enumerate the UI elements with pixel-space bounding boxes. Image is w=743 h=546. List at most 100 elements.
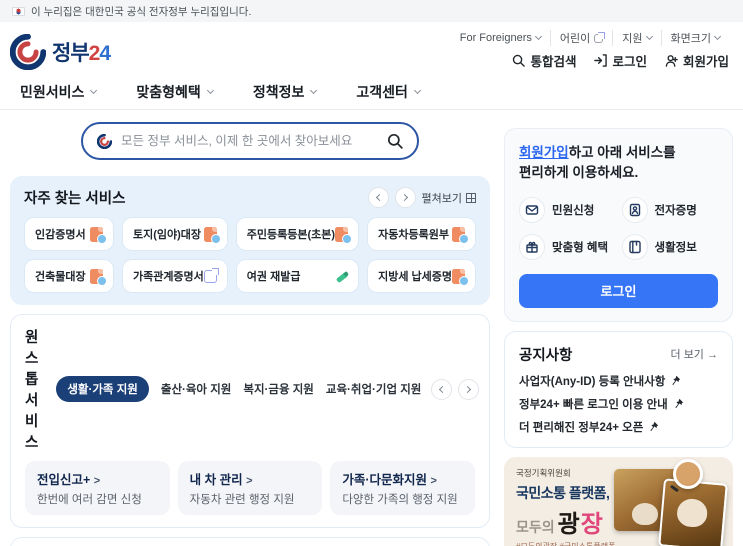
notice-item-fast-login[interactable]: 정부24+ 빠른 로그인 이용 안내: [519, 396, 718, 412]
header: 정부24 For Foreigners 어린이 지원 화면크기 통합검색 로그인…: [0, 22, 743, 75]
chevron-right-icon: [400, 193, 408, 202]
service-e-certificate[interactable]: 전자증명: [621, 196, 719, 223]
official-site-banner: 이 누리집은 대한민국 공식 전자정부 누리집입니다.: [0, 0, 743, 22]
quick-service-ingam[interactable]: 인감증명서: [24, 217, 114, 251]
onestop-title: 원스톱 서비스: [25, 330, 39, 451]
signup-heading: 회원가입하고 아래 서비스를 편리하게 이용하세요.: [519, 145, 676, 181]
next-button[interactable]: [394, 187, 416, 208]
quick-service-building-register[interactable]: 건축물대장: [24, 259, 114, 293]
external-link-icon: [203, 267, 219, 283]
magnifier-circle-icon: [673, 458, 703, 489]
document-print-icon: [452, 226, 469, 244]
onestop-card-my-car[interactable]: 내 차 관리 > 자동차 관련 행정 지원: [177, 461, 323, 515]
notice-title: 공지사항: [519, 347, 573, 364]
document-print-icon: [89, 226, 107, 244]
chevron-down-icon: [713, 32, 722, 41]
chevron-right-icon: [464, 385, 472, 393]
primary-nav: 민원서비스 맞춤형혜택 정책정보 고객센터: [0, 75, 743, 110]
gift-icon: [519, 233, 545, 260]
service-minwon-apply[interactable]: 민원신청: [519, 196, 616, 223]
gov24-logo[interactable]: 정부24: [10, 28, 111, 75]
korea-flag-icon: [12, 6, 25, 16]
gov24-mini-symbol-icon: [97, 133, 112, 149]
gov24-symbol-icon: [10, 33, 46, 70]
main-search-bar[interactable]: [81, 122, 419, 160]
prev-button[interactable]: [367, 187, 389, 208]
onestop-tabs: 생활·가족 지원 출산·육아 지원 복지·금융 지원 교육·취업·기업 지원: [56, 376, 421, 402]
next-button[interactable]: [458, 378, 480, 400]
benefits-panel: 지금 봐야 할 혜택/보조금 더 보기 → 유아학비 국공립/사립유치원 3~5…: [10, 537, 490, 546]
pencil-icon: [334, 269, 348, 283]
notice-panel: 공지사항 더 보기 → 사업자(Any-ID) 등록 안내사항 정부24+ 빠른…: [504, 330, 733, 448]
chevron-down-icon: [206, 86, 214, 95]
id-card-icon: [621, 196, 648, 223]
tab-welfare-finance[interactable]: 복지·금융 지원: [243, 381, 314, 397]
nav-policy-info[interactable]: 정책정보: [253, 82, 318, 102]
quick-service-resident-register[interactable]: 주민등록등본(초본): [235, 217, 360, 251]
login-button[interactable]: 로그인: [519, 273, 718, 308]
document-print-icon: [89, 268, 107, 286]
search-icon[interactable]: [387, 133, 403, 149]
pin-icon: [675, 398, 683, 409]
document-print-icon: [203, 226, 221, 244]
onestop-card-family-multicultural[interactable]: 가족·다문화지원 > 다양한 가족의 행정 지원: [330, 461, 476, 515]
person-plus-icon: [665, 55, 678, 67]
search-input[interactable]: [121, 134, 378, 148]
book-icon: [621, 233, 648, 260]
onestop-services-panel: 원스톱 서비스 생활·가족 지원 출산·육아 지원 복지·금융 지원 교육·취업…: [10, 314, 490, 528]
signup-link[interactable]: 회원가입: [519, 145, 569, 160]
service-life-info[interactable]: 생활정보: [621, 233, 719, 260]
frequent-services-title: 자주 찾는 서비스: [24, 191, 126, 207]
quick-service-local-tax-certificate[interactable]: 지방세 납세증명: [367, 259, 476, 293]
search-icon: [513, 54, 526, 67]
global-search-button[interactable]: 통합검색: [512, 51, 576, 70]
tab-birth-childcare[interactable]: 출산·육아 지원: [161, 381, 232, 397]
chevron-left-icon: [439, 385, 447, 393]
nav-customer-center[interactable]: 고객센터: [356, 82, 421, 102]
promo-banner[interactable]: 국정기획위원회 국민소통 플랫폼, 모두의 광장 #모두의광장 #국민소통플랫폼…: [504, 456, 733, 546]
onestop-card-moving-report[interactable]: 전입신고+ > 한번에 여러 감면 신청: [25, 461, 170, 515]
login-button[interactable]: 로그인: [594, 51, 647, 70]
pin-icon: [650, 421, 659, 432]
login-arrow-icon: [594, 54, 608, 67]
utility-children[interactable]: 어린이: [549, 30, 612, 46]
pin-icon: [672, 375, 681, 386]
frequent-services-panel: 자주 찾는 서비스 펼쳐보기 인감증명서 토지(임야)대장 주민등록등본(초본)…: [10, 176, 490, 305]
chevron-right-icon: >: [93, 475, 101, 487]
notice-more-link[interactable]: 더 보기 →: [671, 346, 718, 362]
service-custom-benefits[interactable]: 맞춤형 혜택: [519, 233, 616, 260]
external-link-icon: [594, 31, 606, 43]
official-banner-text: 이 누리집은 대한민국 공식 전자정부 누리집입니다.: [31, 5, 252, 18]
signup-promo-card: 회원가입하고 아래 서비스를 편리하게 이용하세요. 민원신청 전자증명 맞춤형…: [504, 128, 733, 322]
signup-button[interactable]: 회원가입: [665, 51, 729, 70]
notice-item-anyid[interactable]: 사업자(Any-ID) 등록 안내사항: [519, 373, 718, 389]
tab-education-employment[interactable]: 교육·취업·기업 지원: [326, 381, 422, 397]
quick-service-vehicle-register[interactable]: 자동차등록원부: [367, 217, 476, 251]
grid-icon: [466, 192, 476, 203]
nav-minwon-services[interactable]: 민원서비스: [20, 82, 98, 102]
chevron-left-icon: [375, 193, 383, 202]
tab-life-family[interactable]: 생활·가족 지원: [56, 376, 149, 402]
quick-service-land-register[interactable]: 토지(임야)대장: [121, 217, 228, 251]
quick-service-passport-reissue[interactable]: 여권 재발급: [235, 259, 360, 293]
chevron-down-icon: [645, 32, 653, 41]
utility-nav: For Foreigners 어린이 지원 화면크기: [451, 30, 729, 46]
chevron-down-icon: [413, 86, 421, 95]
prev-button[interactable]: [431, 378, 453, 400]
quick-service-family-certificate[interactable]: 가족관계증명서: [121, 259, 228, 293]
chevron-right-icon: >: [430, 475, 437, 487]
chevron-down-icon: [90, 86, 98, 95]
document-print-icon: [452, 268, 469, 286]
chevron-right-icon: >: [246, 475, 253, 487]
logo-text: 정부24: [52, 41, 111, 65]
chevron-down-icon: [310, 86, 318, 95]
utility-screen-size[interactable]: 화면크기: [660, 30, 729, 46]
envelope-icon: [519, 196, 545, 223]
notice-item-gov24plus-open[interactable]: 더 편리해진 정부24+ 오픈: [519, 419, 718, 435]
utility-for-foreigners[interactable]: For Foreigners: [451, 32, 550, 44]
utility-support[interactable]: 지원: [612, 30, 660, 46]
chevron-down-icon: [534, 32, 542, 41]
header-actions: 통합검색 로그인 회원가입: [512, 51, 729, 70]
nav-custom-benefits[interactable]: 맞춤형혜택: [136, 82, 214, 102]
expand-all-button[interactable]: 펼쳐보기: [422, 190, 476, 206]
